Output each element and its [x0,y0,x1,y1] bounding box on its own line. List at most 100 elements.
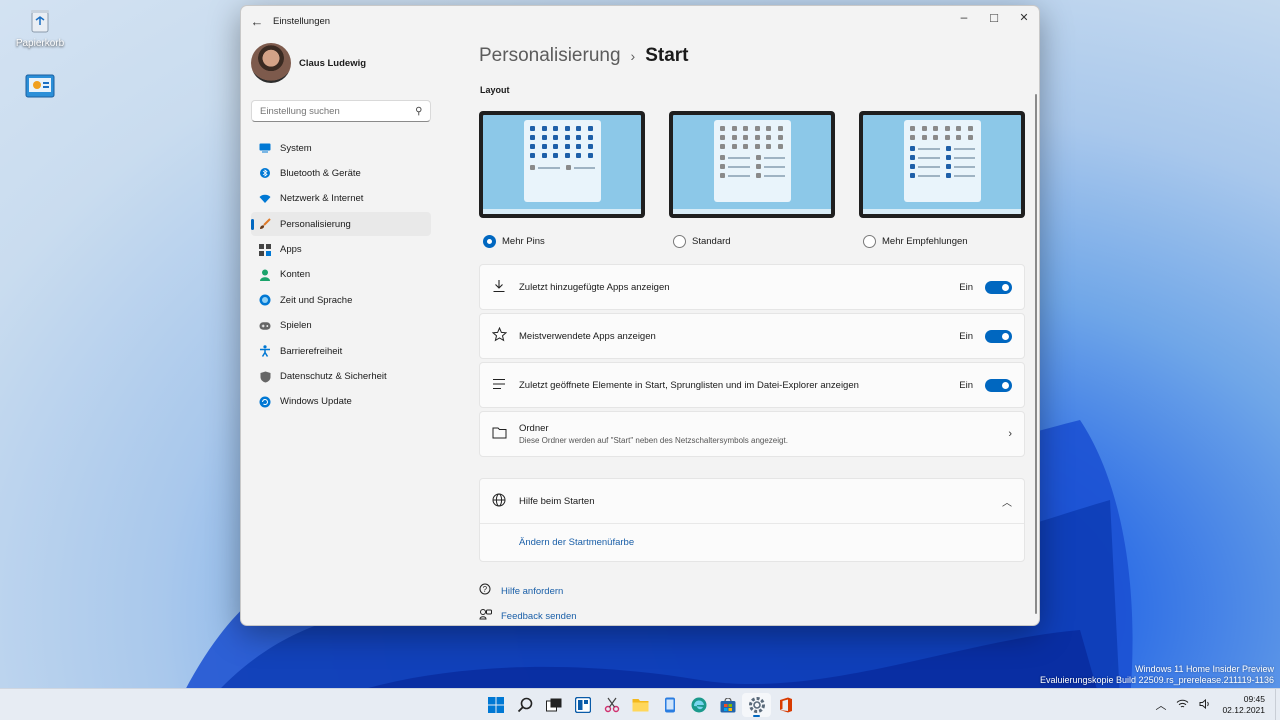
apps-icon [259,243,271,256]
preview-pin [731,135,737,140]
taskbar: ︿ 09:45 02.12.2021 [0,688,1280,720]
clock[interactable]: 09:45 02.12.2021 [1222,694,1265,716]
wifi-icon[interactable] [1176,699,1189,712]
sidebar-item-netzwerk-internet[interactable]: Netzwerk & Internet [251,187,431,211]
search-input[interactable] [260,105,415,117]
change-start-color-link[interactable]: Ändern der Startmenüfarbe [519,537,634,548]
search-button[interactable] [510,693,539,717]
desktop-icon-recycle-bin[interactable]: Papierkorb [8,6,72,49]
title-bar[interactable]: ← Einstellungen – □ ✕ [241,6,1039,36]
breadcrumb-parent[interactable]: Personalisierung [479,45,621,67]
sidebar-item-label: Windows Update [280,396,352,408]
preview-pin [564,135,570,140]
preview-pin [777,126,783,131]
sidebar-item-barrierefreiheit[interactable]: Barrierefreiheit [251,339,431,363]
search-box[interactable]: ⚲ [251,100,431,122]
sidebar-item-label: Spielen [280,320,312,332]
sidebar-item-bluetooth-geräte[interactable]: Bluetooth & Geräte [251,161,431,185]
preview-pin [967,135,973,140]
preview-pin-grid [530,126,595,158]
maximize-button[interactable]: □ [979,6,1009,28]
sidebar-item-apps[interactable]: Apps [251,238,431,262]
start-button[interactable] [481,693,510,717]
file-explorer-button[interactable] [626,693,655,717]
toggle-state-label: Ein [959,379,973,391]
send-feedback-link[interactable]: Feedback senden [479,608,1027,624]
toggle-most-used-apps[interactable] [985,329,1012,343]
preview-pin [933,135,938,140]
search-icon: ⚲ [414,105,422,117]
office-icon [779,697,793,713]
sidebar-item-zeit-und-sprache[interactable]: Zeit und Sprache [251,288,431,312]
toggle-state-label: Ein [959,330,973,342]
sidebar-item-windows-update[interactable]: Windows Update [251,390,431,414]
widgets-button[interactable] [568,693,597,717]
sidebar-item-spielen[interactable]: Spielen [251,314,431,338]
preview-pin [956,135,961,140]
sidebar-item-datenschutz-sicherheit[interactable]: Datenschutz & Sicherheit [251,365,431,389]
setting-recently-added-apps[interactable]: Zuletzt hinzugefügte Apps anzeigen Ein [479,264,1025,310]
preview-pin [553,153,558,158]
preview-pin [576,135,581,140]
help-section-header[interactable]: Hilfe beim Starten ︿ [480,479,1024,524]
preview-recommendation [720,173,750,178]
minimize-button[interactable]: – [949,6,979,28]
snipping-tool-button[interactable] [597,693,626,717]
chevron-up-icon[interactable]: ︿ [1155,697,1166,713]
back-button[interactable]: ← [241,6,273,36]
scrollbar[interactable] [1035,94,1037,614]
edge-icon [691,697,707,713]
show-desktop-button[interactable] [1275,689,1280,720]
help-icon: ? [479,583,493,599]
preview-pin [587,135,593,140]
sidebar-item-konten[interactable]: Konten [251,263,431,287]
globe-icon [491,493,507,510]
phone-link-button[interactable] [655,693,684,717]
preview-pin [921,135,927,140]
toggle-recently-added-apps[interactable] [985,280,1012,294]
layout-option-standard[interactable]: Standard [669,111,835,248]
toggle-recently-opened-items[interactable] [985,378,1012,392]
settings-button[interactable] [742,693,771,717]
preview-pin [587,153,593,158]
edge-button[interactable] [684,693,713,717]
gamepad-icon [259,320,271,332]
brush-icon [259,218,271,230]
office-button[interactable] [771,693,800,717]
layout-preview-more-pins[interactable] [479,111,645,218]
preview-pin [743,126,748,131]
sidebar-item-label: Konten [280,269,311,281]
setting-recently-opened-items[interactable]: Zuletzt geöffnete Elemente in Start, Spr… [479,362,1025,408]
phone-link-icon [664,697,676,713]
taskbar-apps [481,693,800,717]
layout-option-more-recommendations[interactable]: Mehr Empfehlungen [859,111,1025,248]
radio-more-recommendations[interactable] [863,235,876,248]
sidebar-item-system[interactable]: System [251,136,431,160]
setting-folders[interactable]: Ordner Diese Ordner werden auf "Start" n… [479,411,1025,457]
setting-most-used-apps[interactable]: Meistverwendete Apps anzeigen Ein [479,313,1025,359]
start-icon [487,697,504,713]
get-help-link[interactable]: ? Hilfe anfordern [479,583,1027,599]
user-profile[interactable]: Claus Ludewig [241,36,441,90]
caption-buttons: – □ ✕ [949,6,1039,28]
store-icon [720,697,736,713]
layout-option-more-pins[interactable]: Mehr Pins [479,111,645,248]
system-icon [259,142,271,154]
layout-preview-more-recommendations[interactable] [859,111,1025,218]
preview-pin [576,153,581,158]
help-section: Hilfe beim Starten ︿ Ändern der Startmen… [479,478,1025,562]
close-button[interactable]: ✕ [1009,6,1039,28]
radio-more-pins[interactable] [483,235,496,248]
chevron-right-icon: › [1008,428,1012,440]
sidebar-item-label: System [280,142,312,154]
store-button[interactable] [713,693,742,717]
desktop-icon-control-panel[interactable] [8,74,72,106]
layout-preview-standard[interactable] [669,111,835,218]
radio-standard[interactable] [673,235,686,248]
sidebar: Claus Ludewig ⚲ System Bluetooth & Geräte… [241,36,441,625]
window-title: Einstellungen [273,15,331,27]
preview-pin [553,144,558,149]
sidebar-item-personalisierung[interactable]: Personalisierung [251,212,431,237]
volume-icon[interactable] [1199,698,1211,712]
task-view-button[interactable] [539,693,568,717]
